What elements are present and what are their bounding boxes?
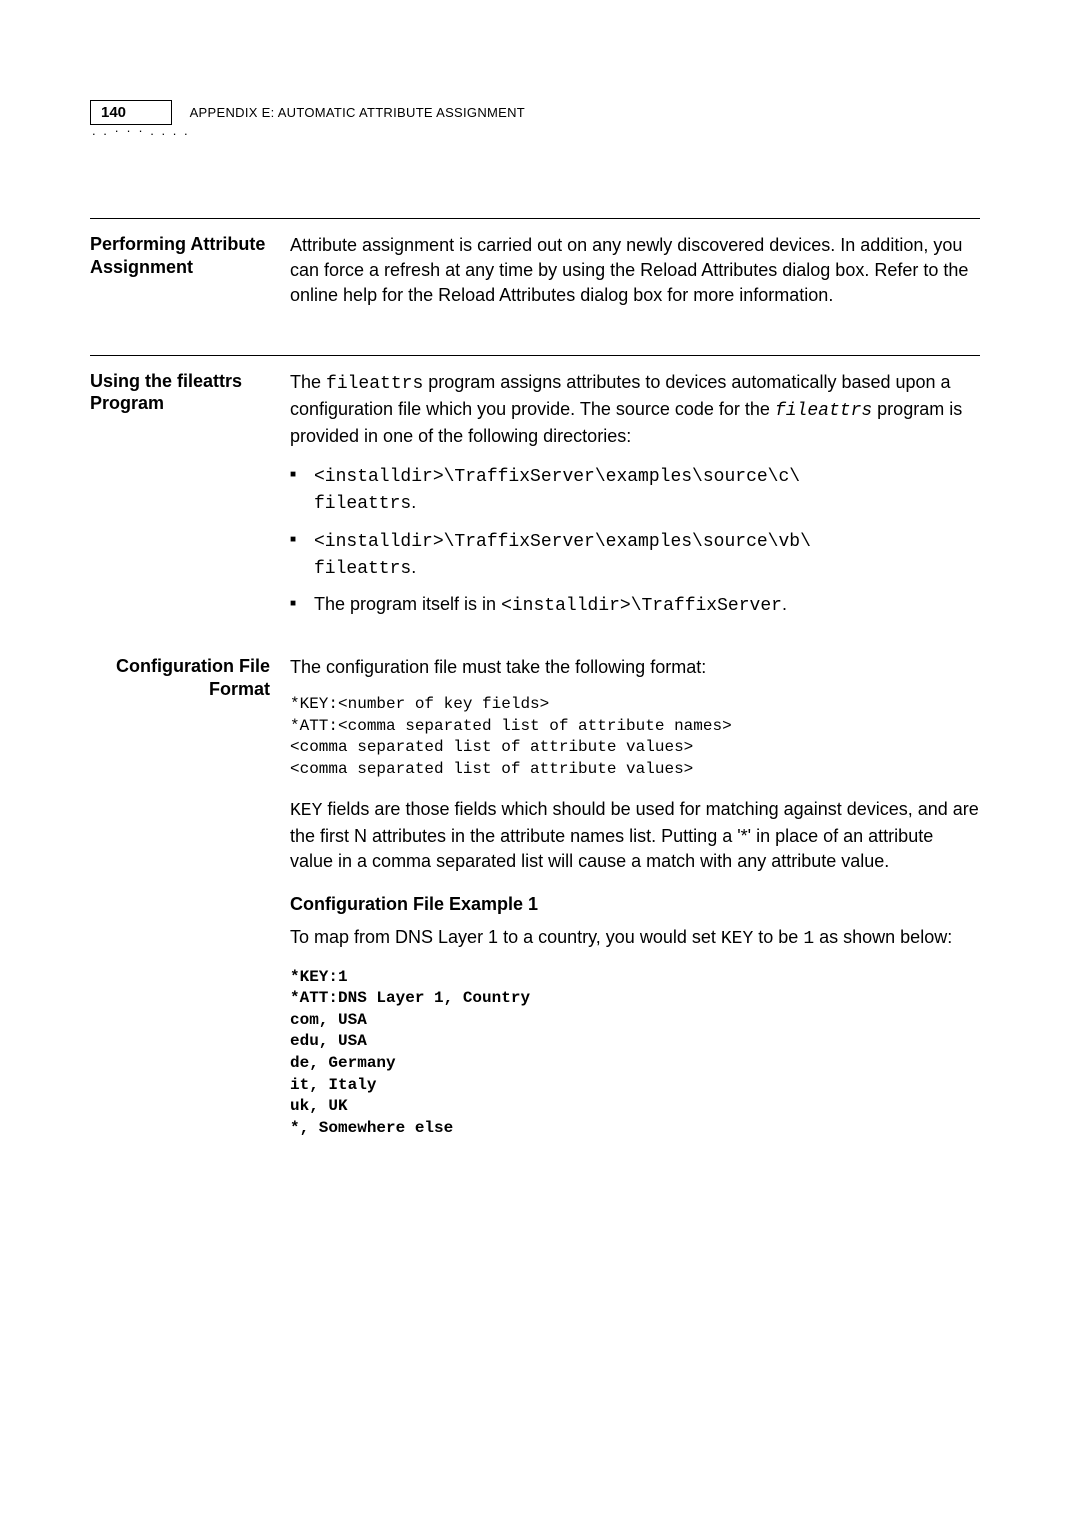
header-dots: . . · · · . . . . [92, 123, 190, 138]
code-inline: fileattrs [314, 494, 411, 514]
bullet-list: <installdir>\TraffixServer\examples\sour… [290, 463, 980, 619]
text: fields are those fields which should be … [290, 799, 979, 871]
code-inline: fileattrs [326, 374, 423, 394]
subsection-configuration-file-format: Configuration File Format The configurat… [90, 655, 980, 1155]
page: 140 . . · · · . . . . APPENDIX E: AUTOMA… [0, 0, 1080, 1255]
section-body: The fileattrs program assigns attributes… [290, 370, 980, 632]
page-number-box: 140 . . · · · . . . . [90, 100, 190, 138]
code-inline: 1 [803, 929, 814, 949]
header-text: APPENDIX E: AUTOMATIC ATTRIBUTE ASSIGNME… [190, 100, 526, 120]
code-block: *KEY:<number of key fields> *ATT:<comma … [290, 694, 980, 780]
page-number: 140 [90, 100, 172, 125]
page-header: 140 . . · · · . . . . APPENDIX E: AUTOMA… [90, 100, 980, 138]
section-heading: Using the fileattrs Program [90, 370, 290, 632]
code-inline: KEY [721, 929, 753, 949]
text: . [411, 557, 416, 577]
code-inline: <installdir>\TraffixServer\examples\sour… [314, 467, 800, 487]
subsection-heading: Configuration File Format [90, 655, 290, 1155]
subsection-body: The configuration file must take the fol… [290, 655, 980, 1155]
code-inline-italic: fileattrs [775, 401, 872, 421]
text: The [290, 372, 326, 392]
code-inline: fileattrs [314, 559, 411, 579]
text: . [782, 594, 787, 614]
section-performing-attribute-assignment: Performing Attribute Assignment Attribut… [90, 218, 980, 323]
text: to be [753, 927, 803, 947]
text: . [411, 492, 416, 512]
section-body: Attribute assignment is carried out on a… [290, 233, 980, 323]
paragraph: To map from DNS Layer 1 to a country, yo… [290, 925, 980, 952]
paragraph: The fileattrs program assigns attributes… [290, 370, 980, 450]
code-inline: <installdir>\TraffixServer [501, 596, 782, 616]
text: as shown below: [814, 927, 952, 947]
text: The program itself is in [314, 594, 501, 614]
paragraph: Attribute assignment is carried out on a… [290, 233, 980, 309]
code-inline: KEY [290, 801, 322, 821]
section-heading: Performing Attribute Assignment [90, 233, 290, 323]
list-item: The program itself is in <installdir>\Tr… [290, 592, 980, 619]
list-item: <installdir>\TraffixServer\examples\sour… [290, 463, 980, 517]
section-using-fileattrs-program: Using the fileattrs Program The fileattr… [90, 355, 980, 632]
code-inline: <installdir>\TraffixServer\examples\sour… [314, 532, 811, 552]
list-item: <installdir>\TraffixServer\examples\sour… [290, 528, 980, 582]
code-block-bold: *KEY:1 *ATT:DNS Layer 1, Country com, US… [290, 967, 980, 1140]
text: To map from DNS Layer 1 to a country, yo… [290, 927, 721, 947]
paragraph: KEY fields are those fields which should… [290, 797, 980, 875]
subheading: Configuration File Example 1 [290, 892, 980, 917]
paragraph: The configuration file must take the fol… [290, 655, 980, 680]
